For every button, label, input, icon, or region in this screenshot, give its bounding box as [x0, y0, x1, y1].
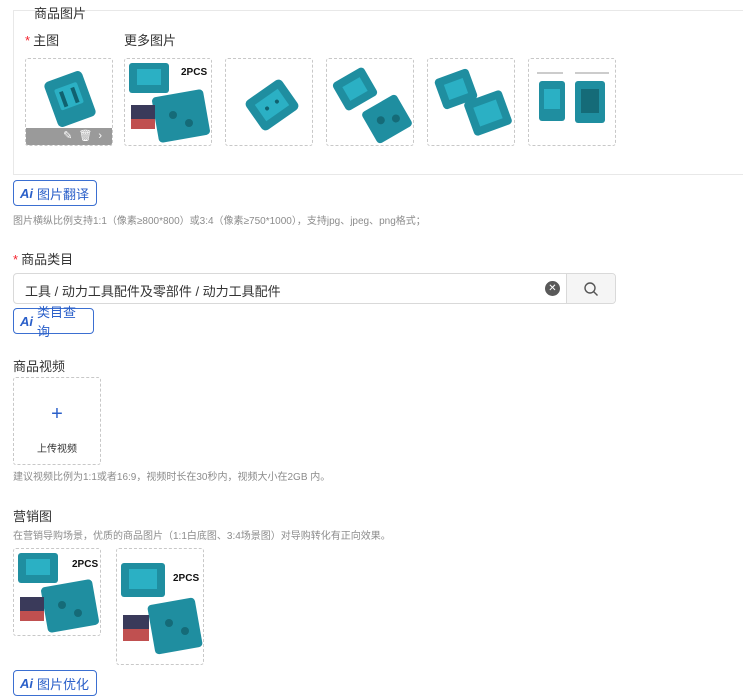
- marketing-image-thumb[interactable]: 2PCS: [116, 548, 204, 665]
- marketing-label: 营销图: [13, 509, 53, 524]
- ai-image-translate-button[interactable]: Ai 图片翻译: [13, 180, 97, 206]
- marketing-image-thumb[interactable]: 2PCS: [13, 548, 101, 636]
- plus-icon: +: [51, 403, 63, 425]
- more-image-thumb[interactable]: [427, 58, 515, 146]
- more-images-label: 更多图片: [124, 33, 177, 48]
- video-hint: 建议视频比例为1:1或者16:9，视频时长在30秒内，视频大小在2GB 内。: [13, 472, 331, 483]
- product-image: [121, 563, 203, 655]
- thumb-actions: ✎ 🗑 ›: [26, 128, 112, 145]
- more-image-thumb[interactable]: [528, 58, 616, 146]
- product-image: [245, 79, 299, 131]
- category-label: * 商品类目: [13, 252, 74, 267]
- clear-icon[interactable]: ✕: [545, 281, 560, 296]
- search-icon: [584, 281, 598, 296]
- main-image-label: * 主图: [25, 33, 60, 48]
- ai-image-optimize-button[interactable]: Ai 图片优化: [13, 670, 97, 696]
- marketing-hint: 在营销导购场景，优质的商品图片（1:1白底图、3:4场景图）对导购转化有正向效果…: [13, 531, 391, 542]
- product-image: [332, 67, 412, 144]
- upload-video-button[interactable]: + 上传视频: [13, 377, 101, 465]
- more-image-thumb[interactable]: 2PCS: [124, 58, 212, 146]
- category-value: 工具 / 动力工具配件及零部件 / 动力工具配件: [25, 284, 281, 299]
- category-search-button[interactable]: [566, 274, 615, 303]
- trash-icon[interactable]: 🗑: [78, 128, 92, 145]
- product-image: [434, 68, 512, 136]
- ai-category-query-button[interactable]: Ai 类目查询: [13, 305, 94, 339]
- image-format-hint: 图片横纵比例支持1:1（像素≥800*800）或3:4（像素≥750*1000）…: [13, 216, 426, 227]
- product-images-title: 商品图片: [34, 6, 87, 21]
- edit-icon[interactable]: ✎: [63, 128, 72, 145]
- more-image-thumb[interactable]: [225, 58, 313, 146]
- chevron-right-icon[interactable]: ›: [98, 128, 102, 145]
- more-image-thumb[interactable]: [326, 58, 414, 146]
- category-select[interactable]: 工具 / 动力工具配件及零部件 / 动力工具配件 ✕: [13, 273, 616, 304]
- video-label: 商品视频: [13, 359, 66, 374]
- main-image-thumb[interactable]: ✎ 🗑 ›: [25, 58, 113, 146]
- product-image: [537, 72, 609, 123]
